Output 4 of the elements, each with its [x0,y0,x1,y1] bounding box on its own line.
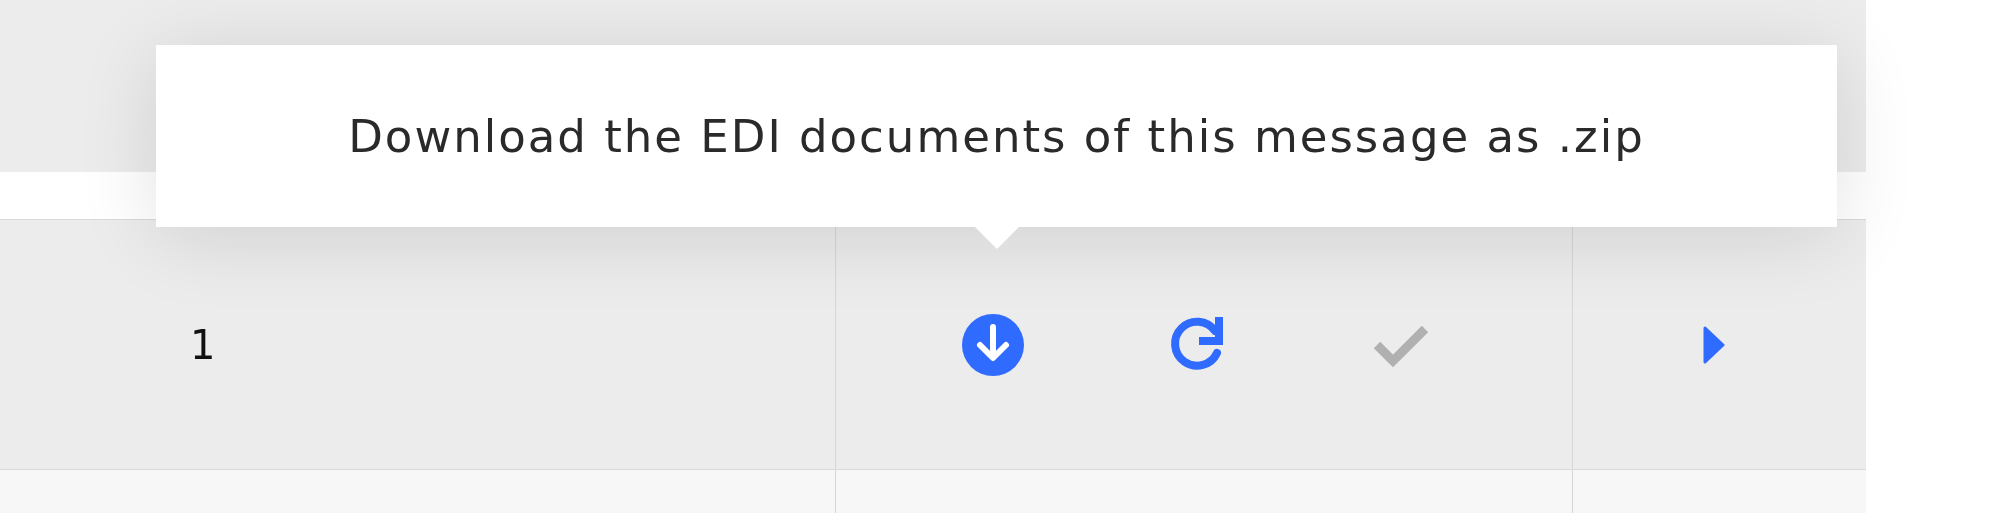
expand-arrow-icon[interactable] [1703,325,1725,364]
tooltip-text: Download the EDI documents of this message as .zip [348,109,1645,163]
download-icon[interactable] [961,312,1025,377]
table-cell-text: 1 [190,321,216,368]
